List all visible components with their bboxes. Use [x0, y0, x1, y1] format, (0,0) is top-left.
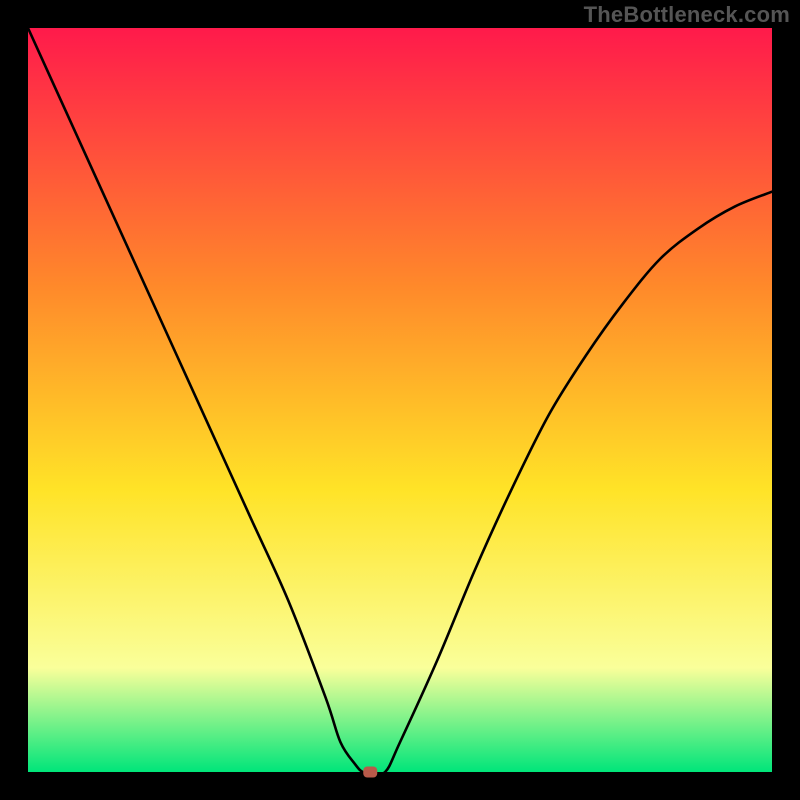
minimum-marker — [363, 767, 377, 778]
plot-background — [28, 28, 772, 772]
chart-frame: { "watermark": "TheBottleneck.com", "col… — [0, 0, 800, 800]
watermark-text: TheBottleneck.com — [584, 2, 790, 28]
bottleneck-chart — [0, 0, 800, 800]
